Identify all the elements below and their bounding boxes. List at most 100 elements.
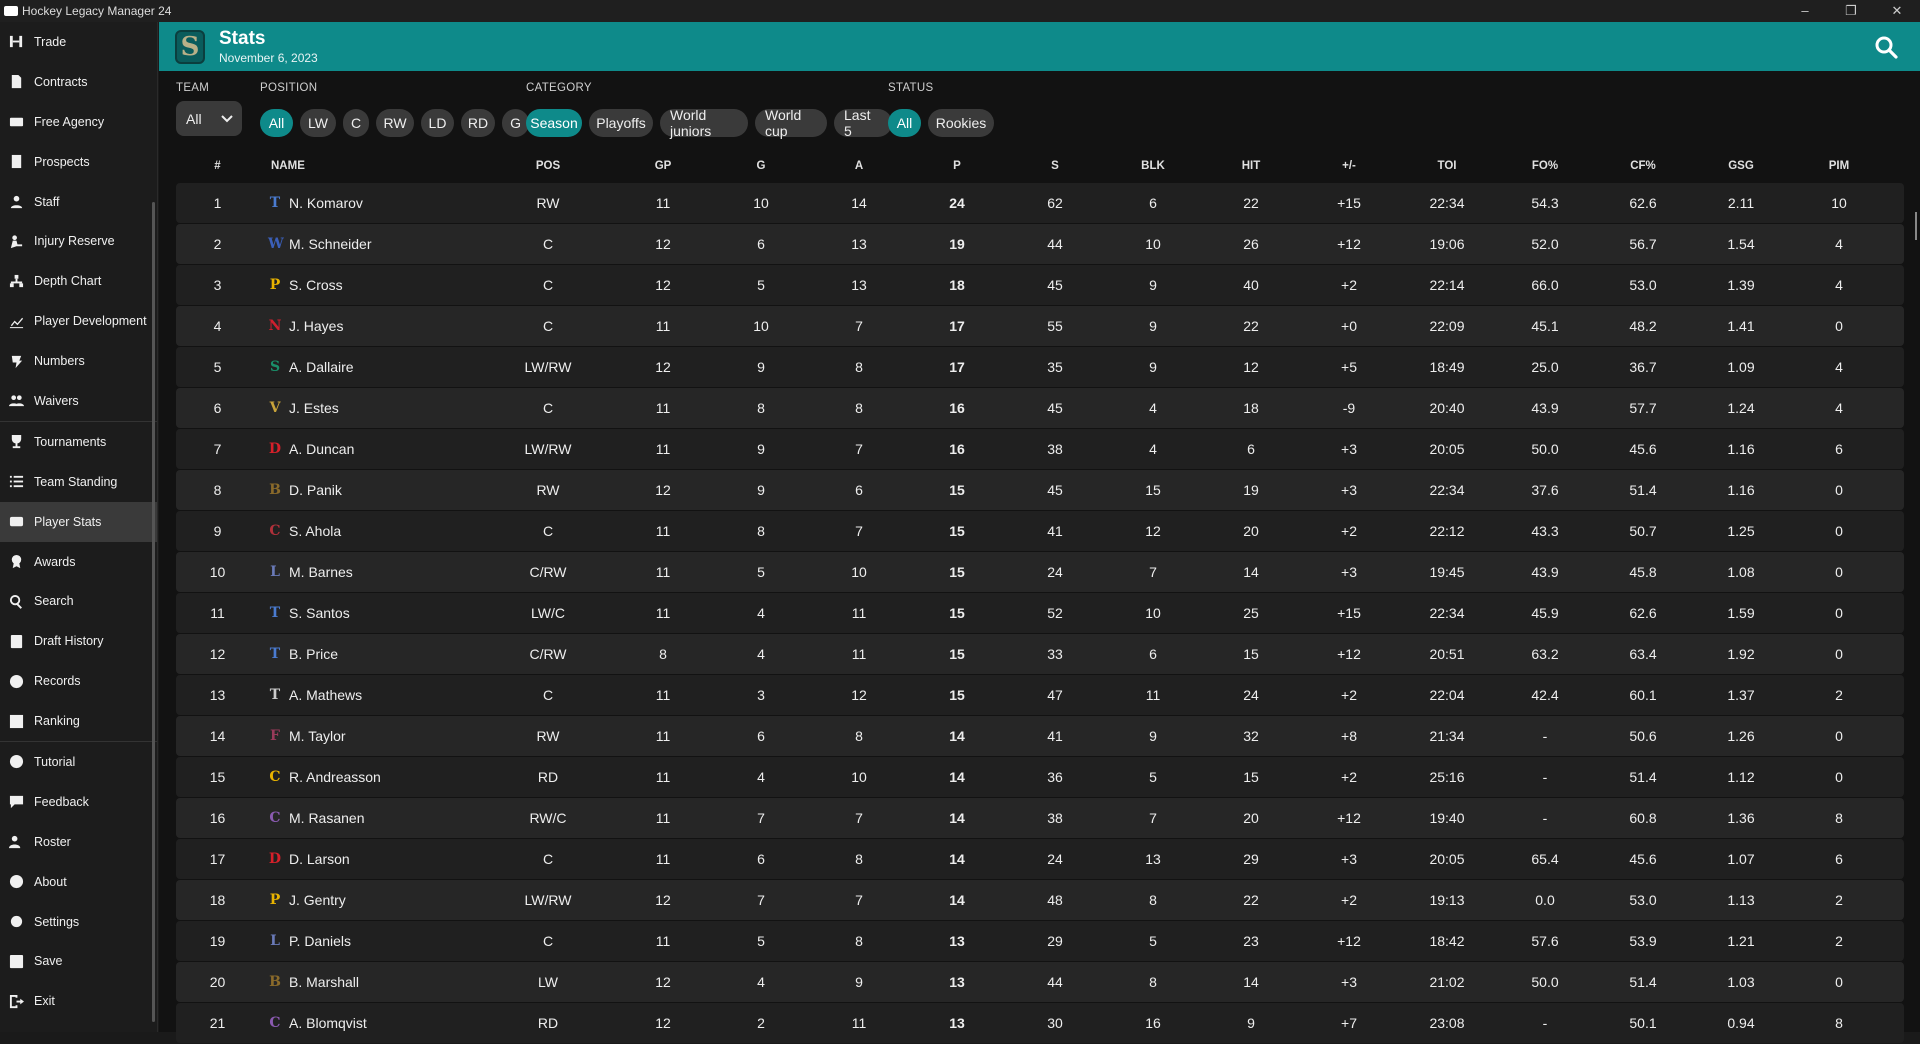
position-chip-all[interactable]: All xyxy=(260,109,293,137)
player-name-cell[interactable]: C A. Blomqvist xyxy=(259,1015,482,1031)
search-button[interactable] xyxy=(1874,35,1898,59)
table-row[interactable]: 15 C R. Andreasson RD 11 4 10 14 36 5 15 +2 25:16 - 51… xyxy=(176,757,1904,797)
column-header[interactable]: S xyxy=(1006,160,1104,172)
sidebar-item-save[interactable]: Save xyxy=(0,941,157,981)
column-header[interactable]: HIT xyxy=(1202,160,1300,172)
player-name-cell[interactable]: B D. Panik xyxy=(259,482,482,498)
column-header[interactable]: # xyxy=(176,160,259,172)
player-name-cell[interactable]: V J. Estes xyxy=(259,400,482,416)
player-name-cell[interactable]: C S. Ahola xyxy=(259,523,482,539)
player-name-cell[interactable]: D D. Larson xyxy=(259,851,482,867)
table-row[interactable]: 8 B D. Panik RW 12 9 6 15 45 15 19 +3 22:34 37.6 51.4 1… xyxy=(176,470,1904,510)
sidebar-item-tournaments[interactable]: Tournaments xyxy=(0,422,157,462)
table-row[interactable]: 19 L P. Daniels C 11 5 8 13 29 5 23 +12 18:42 57.6 53.… xyxy=(176,921,1904,961)
column-header[interactable]: POS xyxy=(482,160,614,172)
category-chip-playoffs[interactable]: Playoffs xyxy=(589,109,653,137)
sidebar-item-injury-reserve[interactable]: Injury Reserve xyxy=(0,221,157,261)
table-row[interactable]: 21 C A. Blomqvist RD 12 2 11 13 30 16 9 +7 23:08 - 50.… xyxy=(176,1003,1904,1043)
player-name-cell[interactable]: D A. Duncan xyxy=(259,441,482,457)
player-name-cell[interactable]: T B. Price xyxy=(259,646,482,662)
sidebar-item-player-stats[interactable]: Player Stats xyxy=(0,501,157,542)
table-row[interactable]: 2 W M. Schneider C 12 6 13 19 44 10 26 +12 19:06 52.0… xyxy=(176,224,1904,264)
table-row[interactable]: 12 T B. Price C/RW 8 4 11 15 33 6 15 +12 20:51 63.2 63… xyxy=(176,634,1904,674)
sidebar-item-draft-history[interactable]: Draft History xyxy=(0,621,157,661)
player-name-cell[interactable]: C M. Rasanen xyxy=(259,810,482,826)
position-chip-ld[interactable]: LD xyxy=(421,109,454,137)
sidebar-item-contracts[interactable]: Contracts xyxy=(0,62,157,102)
player-name-cell[interactable]: L M. Barnes xyxy=(259,564,482,580)
column-header[interactable]: P xyxy=(908,160,1006,172)
column-header[interactable]: PIM xyxy=(1790,160,1888,172)
sidebar-item-staff[interactable]: Staff xyxy=(0,182,157,222)
status-chip-all[interactable]: All xyxy=(888,109,921,137)
player-name-cell[interactable]: L P. Daniels xyxy=(259,933,482,949)
sidebar-item-team-standing[interactable]: Team Standing xyxy=(0,462,157,502)
player-name-cell[interactable]: P S. Cross xyxy=(259,277,482,293)
sidebar-item-search[interactable]: Search xyxy=(0,581,157,621)
sidebar-item-waivers[interactable]: Waivers xyxy=(0,381,157,421)
team-select[interactable]: All xyxy=(176,101,242,136)
player-name-cell[interactable]: T N. Komarov xyxy=(259,195,482,211)
table-row[interactable]: 18 P J. Gentry LW/RW 12 7 7 14 48 8 22 +2 19:13 0.0 53… xyxy=(176,880,1904,920)
table-row[interactable]: 20 B B. Marshall LW 12 4 9 13 44 8 14 +3 21:02 50.0 51… xyxy=(176,962,1904,1002)
sidebar-item-roster[interactable]: Roster xyxy=(0,822,157,862)
column-header[interactable]: +/- xyxy=(1300,160,1398,172)
player-name-cell[interactable]: C R. Andreasson xyxy=(259,769,482,785)
position-chip-g[interactable]: G xyxy=(502,109,529,137)
position-chip-rw[interactable]: RW xyxy=(376,109,414,137)
player-name-cell[interactable]: B B. Marshall xyxy=(259,974,482,990)
category-chip-season[interactable]: Season xyxy=(526,109,582,137)
column-header[interactable]: BLK xyxy=(1104,160,1202,172)
player-name-cell[interactable]: W M. Schneider xyxy=(259,236,482,252)
column-header[interactable]: GP xyxy=(614,160,712,172)
minimize-button[interactable]: – xyxy=(1782,0,1828,22)
table-row[interactable]: 7 D A. Duncan LW/RW 11 9 7 16 38 4 6 +3 20:05 50.0 45.… xyxy=(176,429,1904,469)
table-row[interactable]: 6 V J. Estes C 11 8 8 16 45 4 18 -9 20:40 43.9 57.7 1.2… xyxy=(176,388,1904,428)
position-chip-c[interactable]: C xyxy=(343,109,369,137)
sidebar-item-feedback[interactable]: Feedback xyxy=(0,782,157,822)
player-name-cell[interactable]: T S. Santos xyxy=(259,605,482,621)
player-name-cell[interactable]: N J. Hayes xyxy=(259,318,482,334)
column-header[interactable]: NAME xyxy=(259,160,482,172)
column-header[interactable]: CF% xyxy=(1594,160,1692,172)
table-row[interactable]: 9 C S. Ahola C 11 8 7 15 41 12 20 +2 22:12 43.3 50.7 1.… xyxy=(176,511,1904,551)
table-row[interactable]: 4 N J. Hayes C 11 10 7 17 55 9 22 +0 22:09 45.1 48.2 1.… xyxy=(176,306,1904,346)
table-row[interactable]: 3 P S. Cross C 12 5 13 18 45 9 40 +2 22:14 66.0 53.0 1.… xyxy=(176,265,1904,305)
sidebar-scrollbar[interactable] xyxy=(152,202,155,1022)
sidebar-item-records[interactable]: Records xyxy=(0,661,157,701)
sidebar-item-prospects[interactable]: Prospects xyxy=(0,142,157,182)
category-chip-world-cup[interactable]: World cup xyxy=(755,107,827,139)
column-header[interactable]: FO% xyxy=(1496,160,1594,172)
position-chip-lw[interactable]: LW xyxy=(300,109,336,137)
status-chip-rookies[interactable]: Rookies xyxy=(928,109,994,137)
restore-button[interactable]: ❐ xyxy=(1828,0,1874,22)
table-row[interactable]: 16 C M. Rasanen RW/C 11 7 7 14 38 7 20 +12 19:40 - 60.… xyxy=(176,798,1904,838)
category-chip-last-5[interactable]: Last 5 xyxy=(834,107,892,139)
position-chip-rd[interactable]: RD xyxy=(461,109,495,137)
sidebar-item-free-agency[interactable]: Free Agency xyxy=(0,102,157,142)
category-chip-world-juniors[interactable]: World juniors xyxy=(660,107,748,139)
table-row[interactable]: 1 T N. Komarov RW 11 10 14 24 62 6 22 +15 22:34 54.3 6… xyxy=(176,183,1904,223)
sidebar-item-about[interactable]: About xyxy=(0,862,157,902)
close-button[interactable]: ✕ xyxy=(1874,0,1920,22)
sidebar-item-awards[interactable]: Awards xyxy=(0,542,157,582)
table-row[interactable]: 10 L M. Barnes C/RW 11 5 10 15 24 7 14 +3 19:45 43.9 4… xyxy=(176,552,1904,592)
player-name-cell[interactable]: P J. Gentry xyxy=(259,892,482,908)
table-row[interactable]: 17 D D. Larson C 11 6 8 14 24 13 29 +3 20:05 65.4 45.6… xyxy=(176,839,1904,879)
table-scrollbar[interactable] xyxy=(1915,212,1917,240)
player-name-cell[interactable]: F M. Taylor xyxy=(259,728,482,744)
column-header[interactable]: GSG xyxy=(1692,160,1790,172)
sidebar-item-trade[interactable]: Trade xyxy=(0,22,157,62)
column-header[interactable]: A xyxy=(810,160,908,172)
sidebar-item-depth-chart[interactable]: Depth Chart xyxy=(0,261,157,301)
column-header[interactable]: TOI xyxy=(1398,160,1496,172)
table-row[interactable]: 11 T S. Santos LW/C 11 4 11 15 52 10 25 +15 22:34 45.… xyxy=(176,593,1904,633)
player-name-cell[interactable]: S A. Dallaire xyxy=(259,359,482,375)
sidebar-item-exit[interactable]: Exit xyxy=(0,981,157,1021)
column-header[interactable]: G xyxy=(712,160,810,172)
table-row[interactable]: 5 S A. Dallaire LW/RW 12 9 8 17 35 9 12 +5 18:49 25.0… xyxy=(176,347,1904,387)
sidebar-item-numbers[interactable]: Numbers xyxy=(0,341,157,381)
table-row[interactable]: 14 F M. Taylor RW 11 6 8 14 41 9 32 +8 21:34 - 50.6 1.2… xyxy=(176,716,1904,756)
sidebar-item-tutorial[interactable]: Tutorial xyxy=(0,742,157,782)
player-name-cell[interactable]: T A. Mathews xyxy=(259,687,482,703)
